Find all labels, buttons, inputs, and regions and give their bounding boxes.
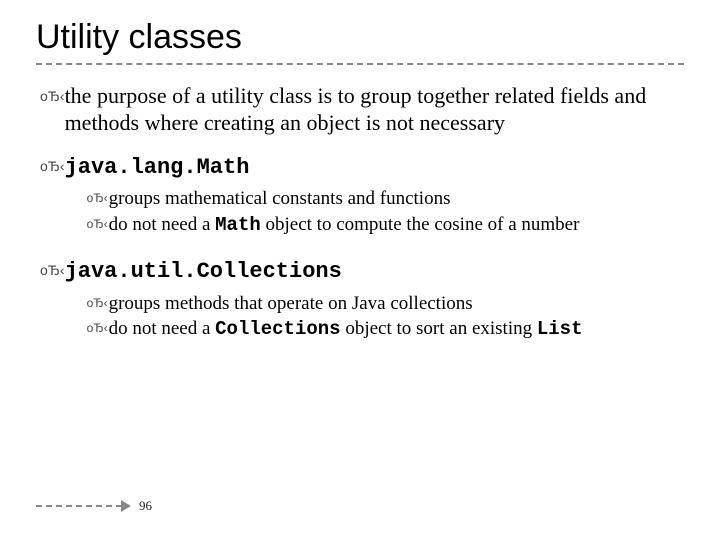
- sublist: оЂ‹groups methods that operate on Java c…: [65, 292, 684, 341]
- footer-arrow-icon: [121, 500, 131, 512]
- list-item-text: the purpose of a utility class is to gro…: [65, 83, 684, 137]
- sublist-item-text: groups mathematical constants and functi…: [109, 187, 684, 210]
- sublist-item-text: groups methods that operate on Java coll…: [109, 292, 684, 315]
- sublist-item: оЂ‹do not need a Math object to compute …: [65, 213, 684, 237]
- bullet-icon: оЂ‹: [40, 83, 65, 137]
- bullet-icon: оЂ‹: [40, 153, 65, 241]
- page-number: 96: [139, 498, 152, 514]
- list-item-text: java.util.CollectionsоЂ‹groups methods t…: [65, 257, 684, 345]
- sublist-item-text: do not need a Math object to compute the…: [109, 213, 684, 237]
- sublist-item: оЂ‹groups methods that operate on Java c…: [65, 292, 684, 315]
- slide-footer: 96: [36, 498, 152, 514]
- list-item: оЂ‹java.util.CollectionsоЂ‹groups method…: [40, 257, 684, 345]
- slide-content: оЂ‹the purpose of a utility class is to …: [36, 83, 684, 345]
- list-item-text: java.lang.MathоЂ‹groups mathematical con…: [65, 153, 684, 241]
- list-item: оЂ‹java.lang.MathоЂ‹groups mathematical …: [40, 153, 684, 241]
- sublist-item-text: do not need a Collections object to sort…: [109, 317, 684, 341]
- list-item: оЂ‹the purpose of a utility class is to …: [40, 83, 684, 137]
- sublist-item: оЂ‹do not need a Collections object to s…: [65, 317, 684, 341]
- slide: Utility classes оЂ‹the purpose of a util…: [0, 0, 720, 540]
- slide-title: Utility classes: [36, 18, 684, 65]
- bullet-icon: оЂ‹: [40, 257, 65, 345]
- sublist: оЂ‹groups mathematical constants and fun…: [65, 187, 684, 236]
- footer-dash: [36, 505, 122, 507]
- bullet-icon: оЂ‹: [87, 317, 109, 341]
- bullet-icon: оЂ‹: [87, 292, 109, 315]
- sublist-item: оЂ‹groups mathematical constants and fun…: [65, 187, 684, 210]
- bullet-icon: оЂ‹: [87, 187, 109, 210]
- bullet-icon: оЂ‹: [87, 213, 109, 237]
